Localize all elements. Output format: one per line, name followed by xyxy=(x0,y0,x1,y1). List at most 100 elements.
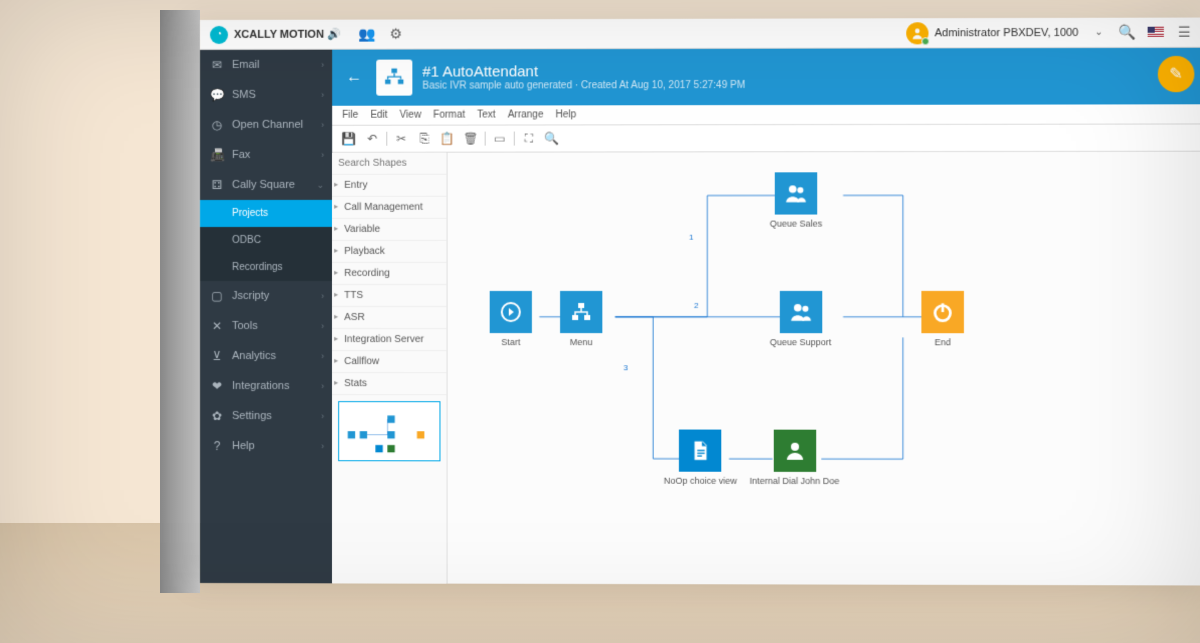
flow-canvas[interactable]: 1 2 3 Start Menu Queue Sales xyxy=(447,152,1200,586)
menubar: File Edit View Format Text Arrange Help xyxy=(332,104,1200,126)
menu-view[interactable]: View xyxy=(400,110,422,121)
chevron-right-icon: › xyxy=(321,120,324,130)
node-noop[interactable]: NoOp choice view xyxy=(664,430,737,486)
node-menu[interactable]: Menu xyxy=(560,291,602,347)
app-title: XCALLY MOTION xyxy=(234,28,324,40)
sidebar-item-openchannel[interactable]: ◷ Open Channel › xyxy=(200,110,332,140)
menu-help[interactable]: Help xyxy=(555,109,576,120)
sidebar: ✉Email› 💬 SMS › ◷ Open Channel › 📠 Fax › ⚃Call… xyxy=(200,50,332,584)
palette-cat-asr[interactable]: ASR xyxy=(332,307,446,329)
settings-gear-icon[interactable]: ⚙ xyxy=(386,24,406,44)
sidebar-item-integrations[interactable]: ❤ Integrations › xyxy=(200,371,332,401)
search-shapes-input[interactable] xyxy=(338,158,447,169)
palette-cat-callflow[interactable]: Callflow xyxy=(332,351,446,373)
sidebar-label: Fax xyxy=(232,149,250,161)
palette-cat-entry[interactable]: Entry xyxy=(332,175,446,197)
palette-cat-stats[interactable]: Stats xyxy=(332,373,446,395)
node-queue-support[interactable]: Queue Support xyxy=(770,291,832,347)
node-queue-sales[interactable]: Queue Sales xyxy=(770,172,823,228)
chevron-right-icon: › xyxy=(321,381,324,391)
palette-cat-intserver[interactable]: Integration Server xyxy=(332,329,446,351)
chevron-right-icon: › xyxy=(321,60,324,70)
node-label: Queue Support xyxy=(770,337,832,347)
toolbar-fit-icon[interactable]: ⛶ xyxy=(520,129,538,147)
power-icon xyxy=(921,291,964,333)
toolbar-delete-icon[interactable]: 🗑 xyxy=(462,130,480,148)
sidebar-item-settings[interactable]: ✿Settings› xyxy=(200,401,332,431)
toolbar-rect-icon[interactable]: ▭ xyxy=(491,130,509,148)
toolbar-cut-icon[interactable]: ✂ xyxy=(392,130,410,148)
toolbar-copy-icon[interactable]: ⎘ xyxy=(415,130,433,148)
node-start[interactable]: Start xyxy=(490,291,532,347)
sidebar-submenu: Projects ODBC Recordings xyxy=(200,200,332,281)
menu-icon[interactable]: ☰ xyxy=(1174,22,1194,42)
sidebar-label: Open Channel xyxy=(232,119,303,131)
chevron-right-icon: › xyxy=(321,411,324,421)
fax-icon: 📠 xyxy=(210,148,224,162)
heart-icon: ❤ xyxy=(210,379,224,393)
sidebar-sub-odbc[interactable]: ODBC xyxy=(200,227,332,254)
back-button[interactable]: ← xyxy=(346,69,366,87)
chevron-down-icon[interactable]: ⌄ xyxy=(1089,22,1109,42)
chevron-right-icon: › xyxy=(321,441,324,451)
sidebar-label: Settings xyxy=(232,410,272,422)
toolbar-paste-icon[interactable]: 📋 xyxy=(438,130,456,148)
toolbar-undo-icon[interactable]: ↶ xyxy=(363,130,381,148)
toolbar-save-icon[interactable]: 💾 xyxy=(340,130,358,148)
user-label[interactable]: Administrator PBXDEV, 1000 xyxy=(935,26,1079,38)
chevron-right-icon: › xyxy=(321,90,324,100)
sidebar-label: Tools xyxy=(232,320,258,332)
project-thumb-icon xyxy=(376,60,412,96)
minimap[interactable] xyxy=(338,401,440,461)
edge-label: 1 xyxy=(689,233,693,242)
sidebar-sub-projects[interactable]: Projects xyxy=(200,200,332,227)
sidebar-sub-recordings[interactable]: Recordings xyxy=(200,254,332,281)
palette-cat-tts[interactable]: TTS xyxy=(332,285,446,307)
person-icon xyxy=(773,430,815,472)
sms-icon: 💬 xyxy=(210,88,224,102)
node-label: End xyxy=(921,337,964,347)
menu-edit[interactable]: Edit xyxy=(370,110,387,121)
node-end[interactable]: End xyxy=(921,291,964,347)
menu-file[interactable]: File xyxy=(342,110,358,121)
topbar: ◔ XCALLY MOTION 🔊 👥 ⚙ Administrator PBXD… xyxy=(200,18,1200,50)
flag-us-icon[interactable] xyxy=(1148,27,1164,38)
toolbar-zoom-icon[interactable]: 🔍 xyxy=(543,129,561,147)
palette-search: 🔍 xyxy=(332,153,446,175)
help-icon: ? xyxy=(210,439,224,453)
sidebar-item-callysquare[interactable]: ⚃Cally Square⌄ xyxy=(200,170,332,200)
group-icon xyxy=(779,291,821,333)
sidebar-label: SMS xyxy=(232,89,256,101)
search-icon[interactable]: 🔍 xyxy=(1117,22,1137,42)
analytics-icon: ⊻ xyxy=(210,349,224,363)
sidebar-item-email[interactable]: ✉Email› xyxy=(200,50,332,80)
edge-label: 2 xyxy=(694,301,698,310)
contacts-icon[interactable]: 👥 xyxy=(358,24,378,44)
menu-arrange[interactable]: Arrange xyxy=(508,109,544,120)
sidebar-sub-label: Projects xyxy=(232,208,268,219)
sidebar-item-sms[interactable]: 💬 SMS › xyxy=(200,80,332,110)
menu-format[interactable]: Format xyxy=(433,110,465,121)
sidebar-label: Integrations xyxy=(232,380,290,392)
save-fab-button[interactable]: ✎ xyxy=(1158,56,1195,92)
node-internal-dial[interactable]: Internal Dial John Doe xyxy=(750,430,840,486)
palette-cat-playback[interactable]: Playback xyxy=(332,241,446,263)
sidebar-item-jscripty[interactable]: ▢Jscripty› xyxy=(200,281,332,311)
palette-cat-recording[interactable]: Recording xyxy=(332,263,446,285)
avatar[interactable] xyxy=(906,22,928,44)
node-label: Start xyxy=(490,337,532,347)
sidebar-item-fax[interactable]: 📠Fax› xyxy=(200,140,332,170)
menu-text[interactable]: Text xyxy=(477,110,495,121)
tree-icon xyxy=(560,291,602,333)
sidebar-sub-label: Recordings xyxy=(232,262,283,273)
sidebar-label: Help xyxy=(232,440,255,452)
sidebar-item-help[interactable]: ? Help › xyxy=(200,431,332,461)
sidebar-item-analytics[interactable]: ⊻Analytics› xyxy=(200,341,332,371)
email-icon: ✉ xyxy=(210,58,224,72)
node-label: Menu xyxy=(560,337,602,347)
chevron-right-icon: › xyxy=(321,321,324,331)
palette-cat-callmgmt[interactable]: Call Management xyxy=(332,197,446,219)
palette-cat-variable[interactable]: Variable xyxy=(332,219,446,241)
sidebar-item-tools[interactable]: ✕Tools› xyxy=(200,311,332,341)
channel-icon: ◷ xyxy=(210,118,224,132)
